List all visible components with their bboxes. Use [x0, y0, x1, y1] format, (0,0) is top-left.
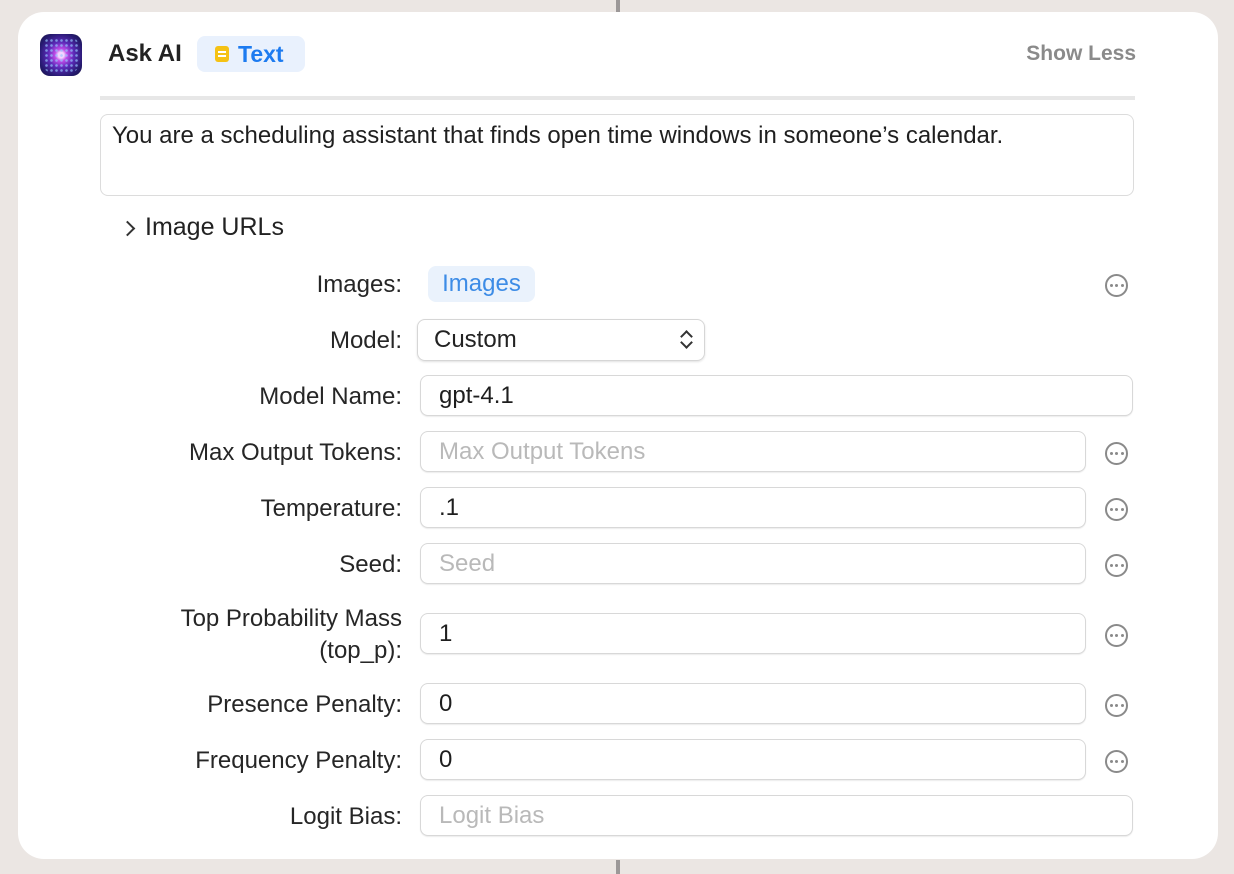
- images-more-options-icon[interactable]: [1105, 274, 1128, 297]
- seed-label: Seed:: [339, 551, 402, 578]
- presence-penalty-label: Presence Penalty:: [207, 691, 402, 718]
- top-p-more-options-icon[interactable]: [1105, 624, 1128, 647]
- show-less-button[interactable]: Show Less: [1026, 42, 1136, 66]
- top-p-label-line2: (top_p):: [319, 637, 402, 664]
- image-urls-disclosure[interactable]: Image URLs: [119, 213, 284, 242]
- logit-bias-field[interactable]: [420, 795, 1133, 836]
- top-p-field[interactable]: [420, 613, 1086, 654]
- frequency-penalty-more-options-icon[interactable]: [1105, 750, 1128, 773]
- images-variable-token[interactable]: Images: [428, 266, 535, 302]
- model-name-field[interactable]: [420, 375, 1133, 416]
- output-type-chip[interactable]: Text: [197, 36, 305, 72]
- max-output-tokens-label: Max Output Tokens:: [189, 439, 402, 466]
- ask-ai-sparkle-icon: [40, 34, 82, 76]
- model-select-value: Custom: [434, 326, 517, 353]
- temperature-label: Temperature:: [260, 495, 402, 522]
- top-p-label-line1: Top Probability Mass: [180, 605, 402, 632]
- text-type-icon: [215, 46, 229, 62]
- temperature-more-options-icon[interactable]: [1105, 498, 1128, 521]
- prompt-text-field[interactable]: You are a scheduling assistant that find…: [100, 114, 1134, 196]
- action-title: Ask AI: [108, 40, 182, 67]
- output-type-label: Text: [238, 40, 284, 67]
- seed-field[interactable]: [420, 543, 1086, 584]
- header-divider: [100, 96, 1135, 100]
- up-down-chevron-icon: [680, 329, 692, 351]
- model-label: Model:: [329, 327, 402, 354]
- image-urls-label: Image URLs: [145, 213, 284, 241]
- images-label: Images:: [316, 271, 402, 298]
- logit-bias-label: Logit Bias:: [289, 803, 402, 830]
- max-output-tokens-field[interactable]: [420, 431, 1086, 472]
- presence-penalty-more-options-icon[interactable]: [1105, 694, 1128, 717]
- ask-ai-action-card: Ask AI Text Show Less You are a scheduli…: [18, 12, 1218, 859]
- presence-penalty-field[interactable]: [420, 683, 1086, 724]
- max-output-tokens-more-options-icon[interactable]: [1105, 442, 1128, 465]
- flow-connector-top: [616, 0, 620, 12]
- seed-more-options-icon[interactable]: [1105, 554, 1128, 577]
- model-select[interactable]: Custom: [417, 319, 705, 361]
- frequency-penalty-label: Frequency Penalty:: [195, 747, 402, 774]
- frequency-penalty-field[interactable]: [420, 739, 1086, 780]
- chevron-right-icon: [119, 220, 136, 236]
- model-name-label: Model Name:: [259, 383, 402, 410]
- temperature-field[interactable]: [420, 487, 1086, 528]
- flow-connector-bottom: [616, 860, 620, 874]
